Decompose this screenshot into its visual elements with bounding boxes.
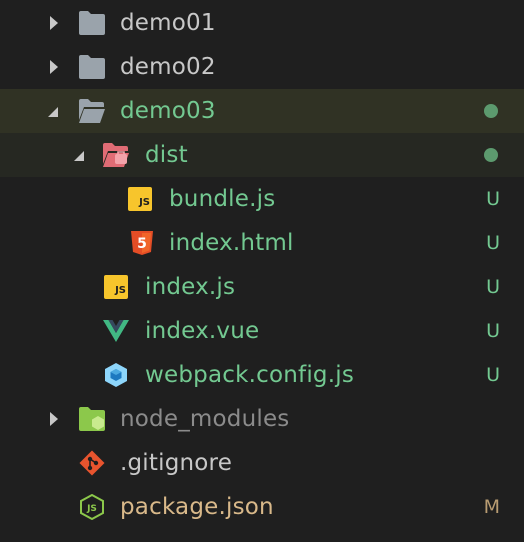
chevron-right-icon[interactable] [46,14,62,32]
nodejs-file-icon: JS [80,494,104,520]
tree-item-label: demo02 [120,54,216,80]
webpack-file-icon [105,363,127,387]
tree-item-demo02[interactable]: demo02 [0,45,524,89]
vue-file-icon [103,320,129,342]
svg-text:JS: JS [86,504,97,514]
tree-item-node-modules[interactable]: node_modules [0,397,524,441]
file-explorer-tree: demo01 demo02 demo03 dist JS bundle.js U… [0,0,524,542]
chevron-right-icon[interactable] [46,410,62,428]
tree-item-label: node_modules [120,406,290,432]
tree-item-label: webpack.config.js [145,362,354,388]
tree-item-label: package.json [120,494,274,520]
git-status-badge: M [483,496,500,518]
tree-item-label: index.html [169,230,294,256]
tree-item-label: dist [145,142,188,168]
chevron-right-icon[interactable] [46,58,62,76]
tree-item-label: index.vue [145,318,260,344]
dist-folder-icon [103,143,129,167]
node-folder-icon [79,407,105,431]
tree-item-package-json[interactable]: JS package.json M [0,485,524,529]
svg-text:5: 5 [137,236,147,252]
js-icon-text: JS [139,197,150,208]
tree-item-index-html[interactable]: 5 index.html U [0,221,524,265]
tree-item-webpack-config-js[interactable]: webpack.config.js U [0,353,524,397]
tree-item-demo01[interactable]: demo01 [0,1,524,45]
modified-dot-indicator [484,104,498,118]
js-file-icon: JS [104,275,128,299]
git-status-badge: U [486,276,500,298]
tree-item-index-js[interactable]: JS index.js U [0,265,524,309]
modified-dot-indicator [484,148,498,162]
git-status-badge: U [486,320,500,342]
git-file-icon [79,450,105,476]
git-status-badge: U [486,188,500,210]
tree-item-label: bundle.js [169,186,276,212]
folder-icon [79,11,105,35]
tree-item-index-vue[interactable]: index.vue U [0,309,524,353]
html5-file-icon: 5 [131,231,153,255]
tree-item-label: index.js [145,274,236,300]
folder-open-icon [79,99,105,123]
git-status-badge: U [486,364,500,386]
tree-item-label: demo03 [120,98,216,124]
js-file-icon: JS [128,187,152,211]
chevron-down-icon[interactable] [44,102,60,120]
git-status-badge: U [486,232,500,254]
tree-item-label: demo01 [120,10,216,36]
tree-item-demo03[interactable]: demo03 [0,89,524,133]
tree-item-dist[interactable]: dist [0,133,524,177]
tree-item-bundle-js[interactable]: JS bundle.js U [0,177,524,221]
chevron-down-icon[interactable] [70,146,86,164]
js-icon-text: JS [115,285,126,296]
folder-icon [79,55,105,79]
tree-item-gitignore[interactable]: .gitignore [0,441,524,485]
tree-item-label: .gitignore [120,450,233,476]
